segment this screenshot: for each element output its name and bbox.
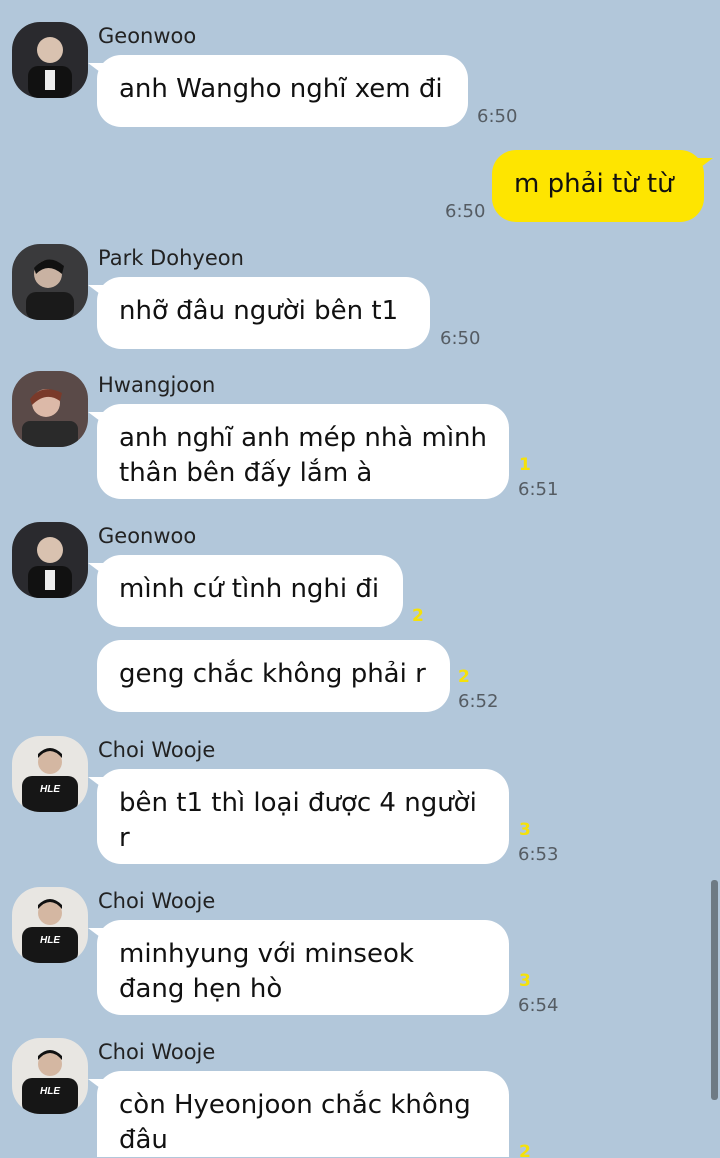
scrollbar-thumb[interactable] (711, 880, 718, 1100)
message-text-line: đâu (119, 1125, 168, 1155)
message-time: 6:53 (518, 844, 559, 865)
sender-name: Park Dohyeon (98, 246, 244, 270)
message-text-line: còn Hyeonjoon chắc không (119, 1090, 471, 1120)
avatar-choi-wooje[interactable]: HLE (12, 1038, 88, 1114)
message-bubble[interactable]: minhyung với minseok đang hẹn hò (88, 920, 509, 1015)
message-text-line: bên t1 thì loại được 4 người (119, 788, 477, 818)
sender-name: Choi Wooje (98, 738, 216, 762)
message-text-line: r (119, 823, 130, 853)
message-text-line: đang hẹn hò (119, 974, 283, 1004)
message-bubble[interactable]: anh nghĩ anh mép nhà mình thân bên đấy l… (88, 404, 509, 499)
sender-name: Choi Wooje (98, 1040, 216, 1064)
unread-count: 3 (519, 971, 531, 991)
message-time: 6:50 (477, 106, 518, 127)
message-text: nhỡ đâu người bên t1 (119, 296, 399, 326)
message-text: mình cứ tình nghi đi (119, 574, 380, 604)
avatar-choi-wooje[interactable]: HLE (12, 887, 88, 963)
sender-name: Hwangjoon (98, 373, 216, 397)
unread-count: 1 (519, 455, 531, 475)
message-text-line: anh nghĩ anh mép nhà mình (119, 423, 488, 453)
message-bubble[interactable]: bên t1 thì loại được 4 người r (88, 769, 509, 864)
message-bubble[interactable]: geng chắc không phải r (97, 640, 450, 712)
avatar-hwangjoon[interactable] (12, 371, 88, 447)
message-text: geng chắc không phải r (119, 659, 426, 689)
message-time: 6:50 (445, 201, 486, 222)
message-text: m phải từ từ (514, 169, 674, 199)
svg-text:HLE: HLE (40, 1086, 60, 1097)
svg-text:HLE: HLE (40, 935, 60, 946)
message-time: 6:51 (518, 479, 559, 500)
unread-count: 2 (519, 1142, 531, 1157)
message-bubble[interactable]: anh Wangho nghĩ xem đi (88, 55, 468, 127)
avatar-park-dohyeon[interactable] (12, 244, 88, 320)
unread-count: 2 (458, 667, 470, 687)
message-bubble[interactable]: nhỡ đâu người bên t1 (88, 277, 430, 349)
unread-count: 3 (519, 820, 531, 840)
my-message-bubble[interactable]: m phải từ từ (492, 150, 713, 222)
message-time: 6:52 (458, 691, 499, 712)
message-bubble[interactable]: còn Hyeonjoon chắc không đâu (88, 1071, 509, 1157)
message-bubble[interactable]: mình cứ tình nghi đi (88, 555, 403, 627)
message-time: 6:54 (518, 995, 559, 1016)
sender-name: Geonwoo (98, 24, 197, 48)
avatar-geonwoo[interactable] (12, 22, 88, 98)
svg-text:HLE: HLE (40, 784, 60, 795)
message-text-line: thân bên đấy lắm à (119, 458, 373, 488)
sender-name: Geonwoo (98, 524, 197, 548)
message-text-line: minhyung với minseok (119, 939, 414, 969)
message-time: 6:50 (440, 328, 481, 349)
avatar-geonwoo[interactable] (12, 522, 88, 598)
avatar-choi-wooje[interactable]: HLE (12, 736, 88, 812)
sender-name: Choi Wooje (98, 889, 216, 913)
unread-count: 2 (412, 606, 424, 626)
message-text: anh Wangho nghĩ xem đi (119, 74, 443, 104)
